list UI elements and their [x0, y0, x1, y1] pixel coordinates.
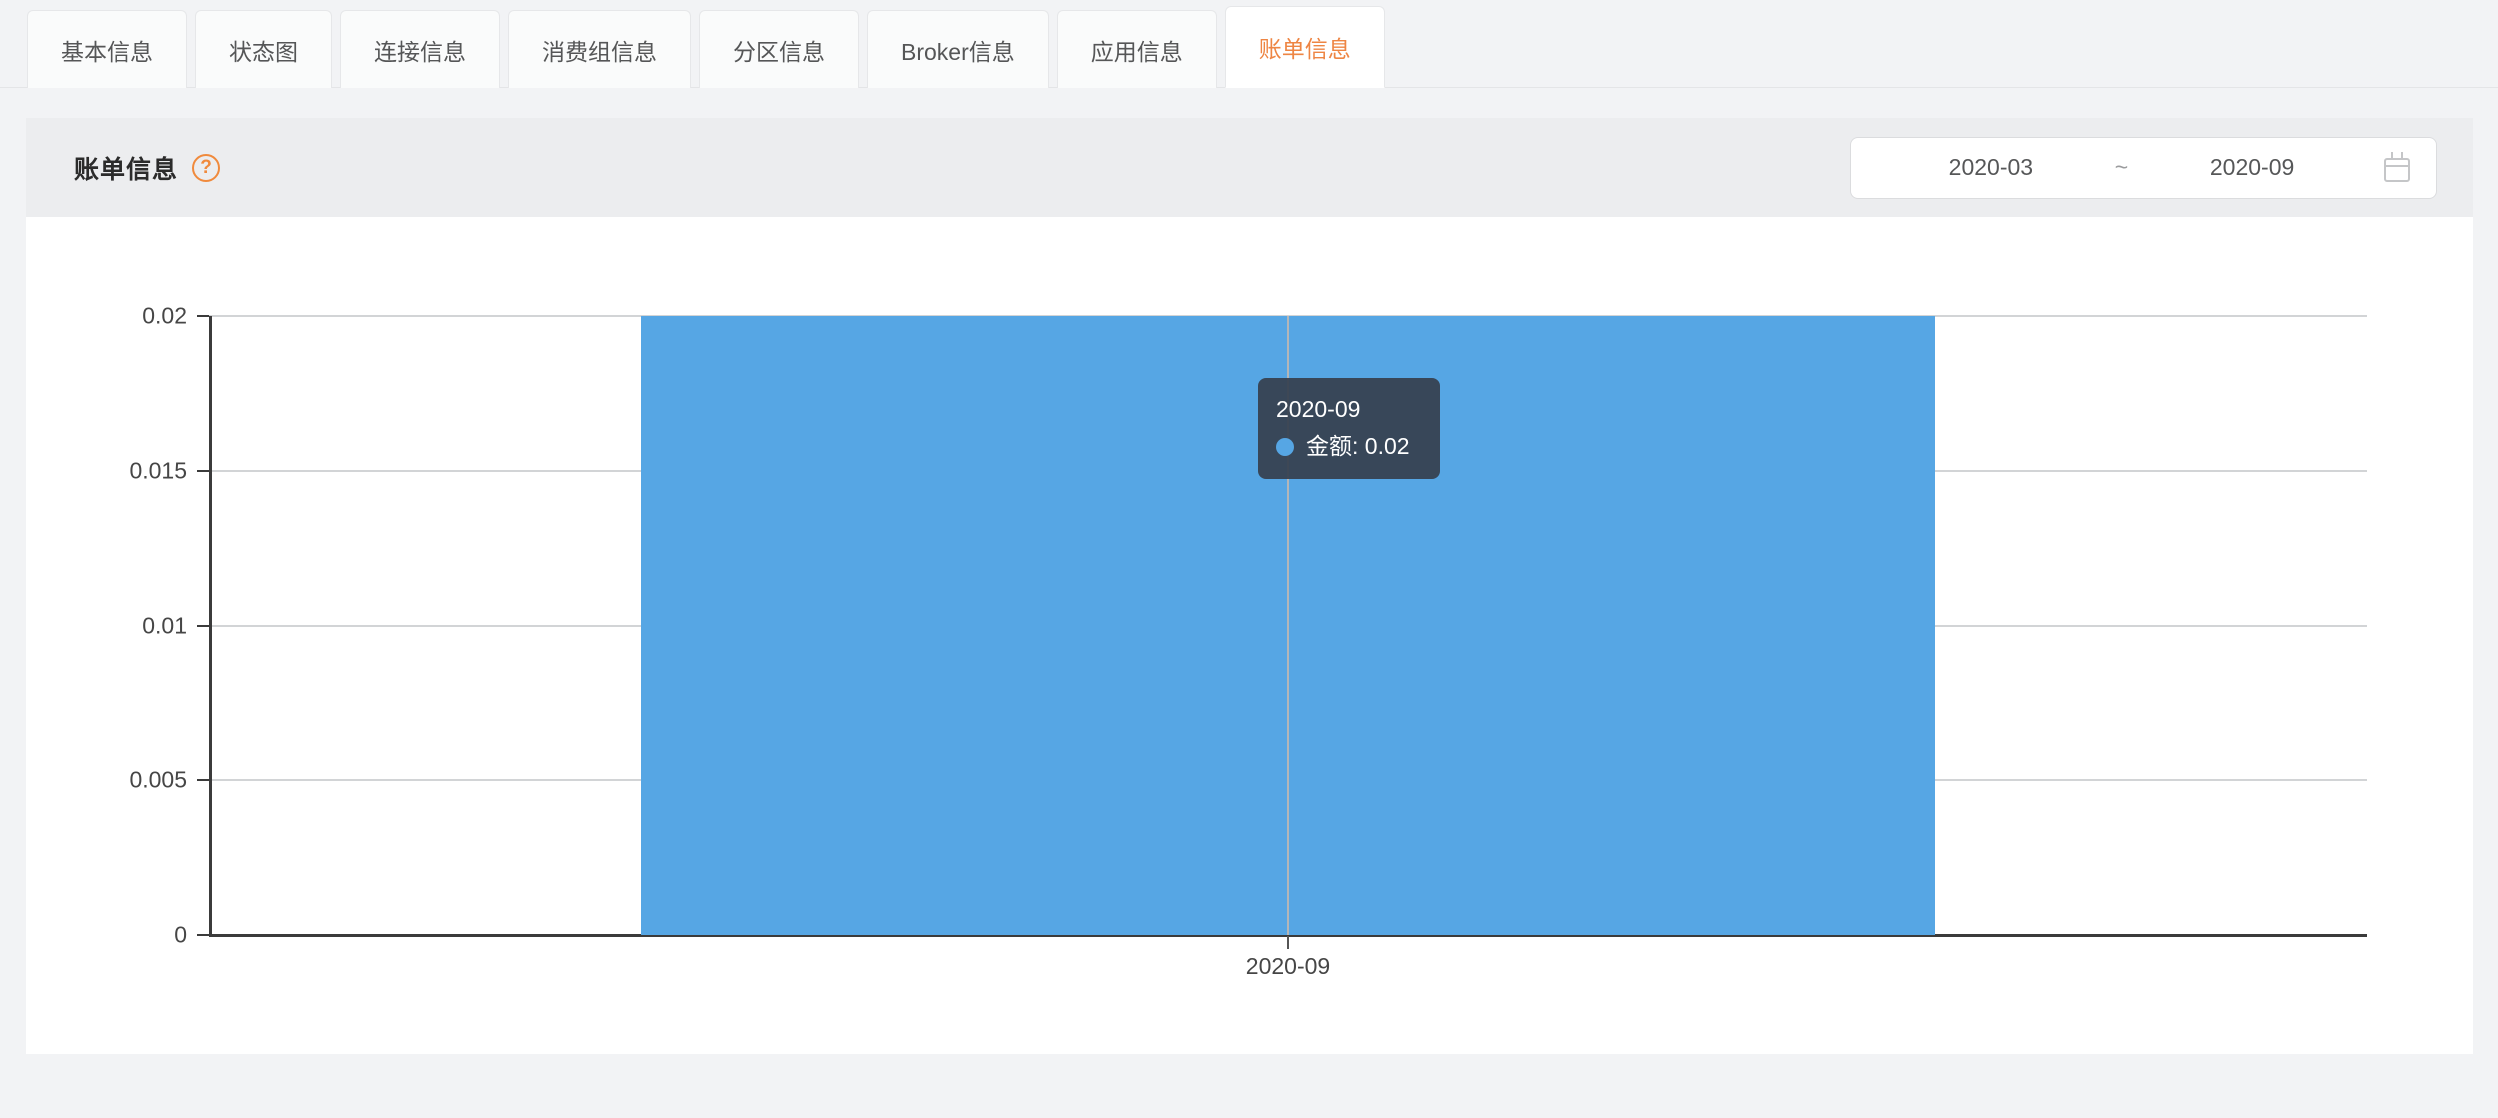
tab-7[interactable]: 应用信息	[1057, 10, 1217, 88]
y-axis-label: 0	[174, 922, 187, 949]
y-axis-tick	[197, 470, 209, 472]
tooltip-value: 金额: 0.02	[1306, 430, 1410, 463]
range-separator: ~	[2105, 154, 2138, 181]
y-axis-tick	[197, 315, 209, 317]
tab-4[interactable]: 消费组信息	[508, 10, 691, 88]
x-axis-label: 2020-09	[1246, 953, 1330, 980]
range-start-input[interactable]: 2020-03	[1877, 154, 2105, 181]
bar-chart[interactable]: 00.0050.010.0150.022020-092020-09金额: 0.0…	[209, 316, 2367, 935]
tab-2[interactable]: 状态图	[195, 10, 332, 88]
chart-tooltip: 2020-09 金额: 0.02	[1258, 378, 1440, 479]
calendar-icon[interactable]	[2384, 158, 2410, 182]
y-axis-tick	[197, 934, 209, 936]
y-axis-tick	[197, 779, 209, 781]
x-axis-tick	[1287, 936, 1289, 949]
y-axis-line	[209, 316, 212, 935]
y-axis-label: 0.005	[129, 767, 187, 794]
help-question-icon[interactable]: ?	[192, 154, 220, 182]
billing-page: 基本信息状态图连接信息消费组信息分区信息Broker信息应用信息账单信息 账单信…	[0, 0, 2498, 1118]
date-range-picker[interactable]: 2020-03 ~ 2020-09	[1850, 137, 2437, 199]
tab-1[interactable]: 基本信息	[27, 10, 187, 88]
y-axis-label: 0.01	[142, 612, 187, 639]
tab-8[interactable]: 账单信息	[1225, 6, 1385, 88]
tab-6[interactable]: Broker信息	[867, 10, 1049, 88]
tab-5[interactable]: 分区信息	[699, 10, 859, 88]
page-title: 账单信息	[74, 150, 178, 186]
range-end-input[interactable]: 2020-09	[2138, 154, 2366, 181]
series-dot-icon	[1276, 438, 1294, 456]
tab-3[interactable]: 连接信息	[340, 10, 500, 88]
tab-bar: 基本信息状态图连接信息消费组信息分区信息Broker信息应用信息账单信息	[0, 0, 2498, 88]
billing-header-band: 账单信息 ? 2020-03 ~ 2020-09	[26, 118, 2473, 217]
chart-panel: 0 0.005 0.01 0.015 0.02 2020-09 2020-09 金额: 0.0…	[26, 217, 2473, 1054]
billing-title-group: 账单信息 ?	[74, 150, 220, 186]
y-axis-label: 0.015	[129, 457, 187, 484]
y-axis-label: 0.02	[142, 303, 187, 330]
tooltip-title: 2020-09	[1276, 393, 1418, 426]
y-axis-tick	[197, 625, 209, 627]
